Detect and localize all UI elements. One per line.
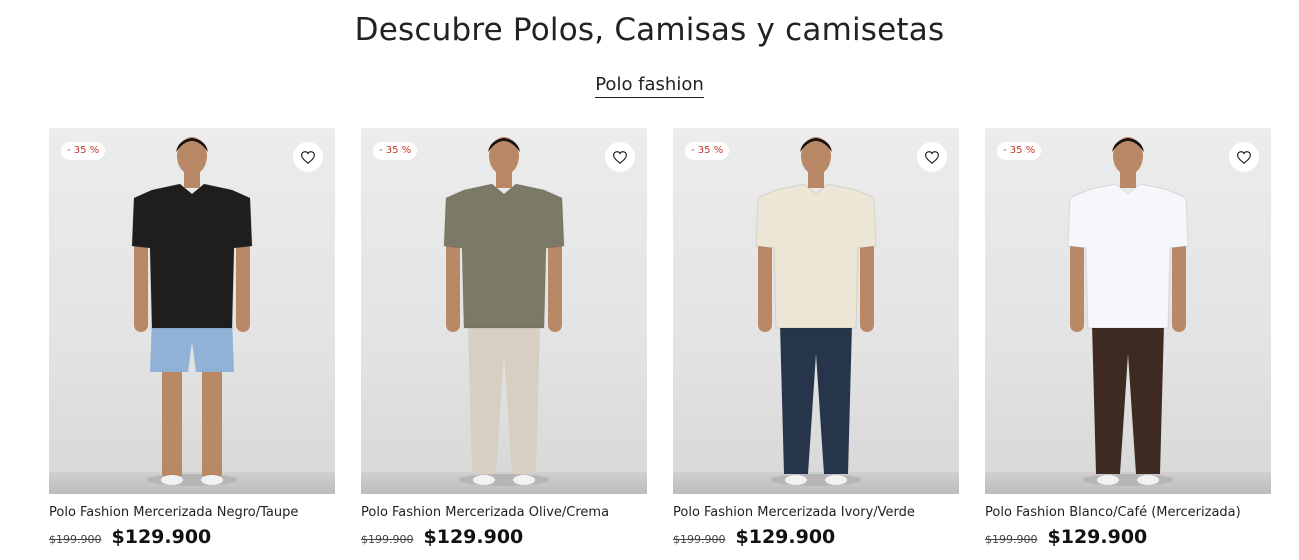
page-title: Descubre Polos, Camisas y camisetas [354,12,945,48]
model-arm [548,240,562,332]
price-row: $199.900 $129.900 [673,526,959,548]
model-arm [758,240,772,332]
old-price: $199.900 [361,533,414,546]
model-figure [755,137,877,486]
model-shirt [131,183,253,329]
product-card[interactable]: - 35 % Polo Fashion Mercerizada Olive/Cr… [361,128,647,560]
wishlist-button[interactable] [917,142,947,172]
model-shirt [755,183,877,329]
price-row: $199.900 $129.900 [49,526,335,548]
wishlist-button[interactable] [293,142,323,172]
model-shoe [473,475,495,485]
heart-icon [925,150,939,164]
model-figure [443,137,565,486]
model-shirt [443,183,565,329]
collection-link[interactable]: Polo fashion [595,74,704,98]
discount-badge: - 35 % [61,142,106,160]
product-name[interactable]: Polo Fashion Blanco/Café (Mercerizada) [985,505,1271,520]
heart-icon [613,150,627,164]
model-pants [468,324,540,474]
old-price: $199.900 [985,533,1038,546]
product-name[interactable]: Polo Fashion Mercerizada Negro/Taupe [49,505,335,520]
model-shadow [1082,474,1174,486]
model-arm [236,240,250,332]
collection-link-wrapper: Polo fashion [0,74,1299,98]
product-image[interactable]: - 35 % [49,128,335,494]
product-name[interactable]: Polo Fashion Mercerizada Olive/Crema [361,505,647,520]
model-shirt [1067,183,1189,329]
product-card[interactable]: - 35 % Polo Fashion Blanco/Café (Merceri… [985,128,1271,560]
product-image[interactable]: - 35 % [673,128,959,494]
heart-icon [301,150,315,164]
model-pants [1092,324,1164,474]
product-grid: - 35 % Polo Fashion Mercerizada Negro/Ta… [49,128,1271,560]
current-price: $129.900 [423,526,524,548]
model-arm [446,240,460,332]
model-shoe [201,475,223,485]
discount-badge: - 35 % [373,142,418,160]
old-price: $199.900 [673,533,726,546]
discount-badge: - 35 % [997,142,1042,160]
product-image[interactable]: - 35 % [361,128,647,494]
old-price: $199.900 [49,533,102,546]
model-figure [1067,137,1189,486]
model-shadow [458,474,550,486]
model-shoe [161,475,183,485]
model-arm [1070,240,1084,332]
model-shoe [1097,475,1119,485]
model-shadow [146,474,238,486]
model-figure [131,137,253,486]
product-image[interactable]: - 35 % [985,128,1271,494]
product-name[interactable]: Polo Fashion Mercerizada Ivory/Verde [673,505,959,520]
model-shoe [785,475,807,485]
model-arm [134,240,148,332]
model-arm [860,240,874,332]
discount-badge: - 35 % [685,142,730,160]
model-leg [202,366,222,476]
model-arm [1172,240,1186,332]
model-shoe [513,475,535,485]
price-row: $199.900 $129.900 [985,526,1271,548]
current-price: $129.900 [1047,526,1148,548]
product-card[interactable]: - 35 % Polo Fashion Mercerizada Ivory/Ve… [673,128,959,560]
wishlist-button[interactable] [605,142,635,172]
model-pants [780,324,852,474]
current-price: $129.900 [111,526,212,548]
product-card[interactable]: - 35 % Polo Fashion Mercerizada Negro/Ta… [49,128,335,560]
price-row: $199.900 $129.900 [361,526,647,548]
wishlist-button[interactable] [1229,142,1259,172]
heart-icon [1237,150,1251,164]
model-shoe [825,475,847,485]
model-shadow [770,474,862,486]
model-shoe [1137,475,1159,485]
model-leg [162,366,182,476]
current-price: $129.900 [735,526,836,548]
